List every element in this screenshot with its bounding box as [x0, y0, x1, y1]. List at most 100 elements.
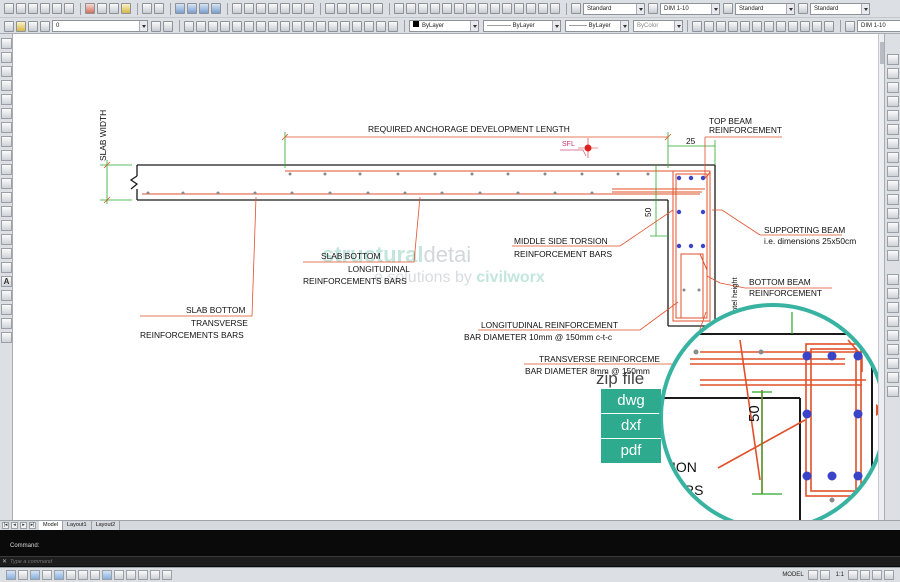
snap-center-icon[interactable]	[887, 316, 899, 327]
erase-icon[interactable]	[692, 20, 702, 32]
layer-lock-toggle-icon[interactable]	[40, 20, 50, 32]
download-dxf-button[interactable]: dxf	[601, 414, 661, 438]
new-icon[interactable]	[4, 3, 14, 14]
dimension-radius-icon[interactable]	[466, 3, 476, 14]
quick-properties-icon[interactable]	[138, 570, 148, 580]
selection-cycling-icon[interactable]	[150, 570, 160, 580]
help-icon[interactable]	[304, 3, 314, 14]
tab-next-icon[interactable]: ▸	[20, 522, 27, 529]
polyline-icon[interactable]	[208, 20, 218, 32]
table-style-manager-icon[interactable]	[723, 3, 733, 14]
arc-icon[interactable]	[244, 20, 254, 32]
quick-dimension-icon[interactable]	[502, 3, 512, 14]
spline-tool-icon[interactable]	[1, 150, 12, 161]
quick-view-drawings-icon[interactable]	[819, 570, 830, 580]
dynamic-input-icon[interactable]	[102, 570, 112, 580]
polar-tracking-icon[interactable]	[42, 570, 52, 580]
circle-tool-icon[interactable]	[1, 122, 12, 133]
tab-layout2[interactable]: Layout2	[92, 521, 121, 530]
tab-layout1[interactable]: Layout1	[63, 521, 92, 530]
arc-tool-icon[interactable]	[1, 108, 12, 119]
layer-on-icon[interactable]	[16, 20, 26, 32]
layer-properties-icon[interactable]	[325, 3, 335, 14]
modify-trim-icon[interactable]	[887, 180, 899, 191]
modify-stretch-icon[interactable]	[887, 166, 899, 177]
tab-prev-icon[interactable]: ◂	[11, 522, 18, 529]
circle-icon[interactable]	[256, 20, 266, 32]
modify-mirror-icon[interactable]	[887, 82, 899, 93]
spline-icon[interactable]	[280, 20, 290, 32]
offset-icon[interactable]	[752, 20, 762, 32]
paste-icon[interactable]	[109, 3, 119, 14]
rotate-icon[interactable]	[716, 20, 726, 32]
modify-chamfer-icon[interactable]	[887, 236, 899, 247]
insert-block-icon[interactable]	[304, 20, 314, 32]
scale-icon[interactable]	[728, 20, 738, 32]
snap-midpoint-icon[interactable]	[887, 288, 899, 299]
offset-tool-icon[interactable]	[1, 332, 12, 343]
pan-icon[interactable]	[175, 3, 185, 14]
download-dwg-button[interactable]: dwg	[601, 389, 661, 413]
modify-scale-icon[interactable]	[887, 152, 899, 163]
insert-tool-icon[interactable]	[1, 192, 12, 203]
continue-icon[interactable]	[526, 3, 536, 14]
plotstyle-select[interactable]: ByColor	[633, 20, 683, 32]
revision-cloud-icon[interactable]	[268, 20, 278, 32]
tab-model[interactable]: Model	[39, 521, 63, 530]
annotation-scale[interactable]: 1:1	[836, 572, 844, 578]
dim-style-2-icon[interactable]	[845, 20, 855, 32]
layer-freeze-toggle-icon[interactable]	[28, 20, 38, 32]
open-icon[interactable]	[16, 3, 26, 14]
markup-icon[interactable]	[280, 3, 290, 14]
layer-previous-2-icon[interactable]	[163, 20, 173, 32]
multileader-style-select[interactable]: Standard	[810, 2, 870, 15]
table-style-select[interactable]: Standard	[735, 2, 795, 15]
gradient-icon[interactable]	[352, 20, 362, 32]
scrollbar-thumb[interactable]	[880, 42, 884, 64]
polygon-icon[interactable]	[220, 20, 230, 32]
multileader-style-manager-icon[interactable]	[798, 3, 808, 14]
text-style-icon[interactable]	[394, 3, 404, 14]
modify-erase-icon[interactable]	[887, 54, 899, 65]
ortho-mode-icon[interactable]	[30, 570, 40, 580]
match-properties-icon[interactable]	[121, 3, 131, 14]
modify-fillet-icon[interactable]	[887, 250, 899, 261]
dimension-angular-icon[interactable]	[490, 3, 500, 14]
modify-join-icon[interactable]	[887, 222, 899, 233]
redo-icon[interactable]	[154, 3, 164, 14]
make-block-icon[interactable]	[316, 20, 326, 32]
baseline-icon[interactable]	[514, 3, 524, 14]
block-tool-icon[interactable]	[1, 206, 12, 217]
rectangle-tool-icon[interactable]	[1, 94, 12, 105]
polygon-tool-icon[interactable]	[1, 80, 12, 91]
text-style-manager-icon[interactable]	[571, 3, 581, 14]
hatch-icon[interactable]	[340, 20, 350, 32]
zoom-previous-icon[interactable]	[211, 3, 221, 14]
fillet-icon[interactable]	[800, 20, 810, 32]
trim-icon[interactable]	[776, 20, 786, 32]
table-icon[interactable]	[376, 20, 386, 32]
dim-style-manager-icon[interactable]	[648, 3, 658, 14]
mirror-tool-icon[interactable]	[1, 318, 12, 329]
modify-extend-icon[interactable]	[887, 194, 899, 205]
snap-quadrant-icon[interactable]	[887, 330, 899, 341]
line-icon[interactable]	[184, 20, 194, 32]
snap-endpoint-icon[interactable]	[887, 274, 899, 285]
region-tool-icon[interactable]	[1, 262, 12, 273]
layer-lock-icon[interactable]	[361, 3, 371, 14]
toolbar-lock-icon[interactable]	[872, 570, 882, 580]
xline-tool-icon[interactable]	[1, 52, 12, 63]
copy-tool-icon[interactable]	[1, 304, 12, 315]
download-pdf-button[interactable]: pdf	[601, 439, 661, 463]
dimension-aligned-icon[interactable]	[454, 3, 464, 14]
copy-icon[interactable]	[97, 3, 107, 14]
workspace-switching-icon[interactable]	[860, 570, 870, 580]
sheet-set-icon[interactable]	[268, 3, 278, 14]
dynamic-ucs-icon[interactable]	[90, 570, 100, 580]
ellipse-arc-tool-icon[interactable]	[1, 178, 12, 189]
point-icon[interactable]	[328, 20, 338, 32]
chamfer-icon[interactable]	[812, 20, 822, 32]
tab-last-icon[interactable]: ▸|	[29, 522, 36, 529]
annotation-visibility-icon[interactable]	[848, 570, 858, 580]
construction-line-icon[interactable]	[196, 20, 206, 32]
